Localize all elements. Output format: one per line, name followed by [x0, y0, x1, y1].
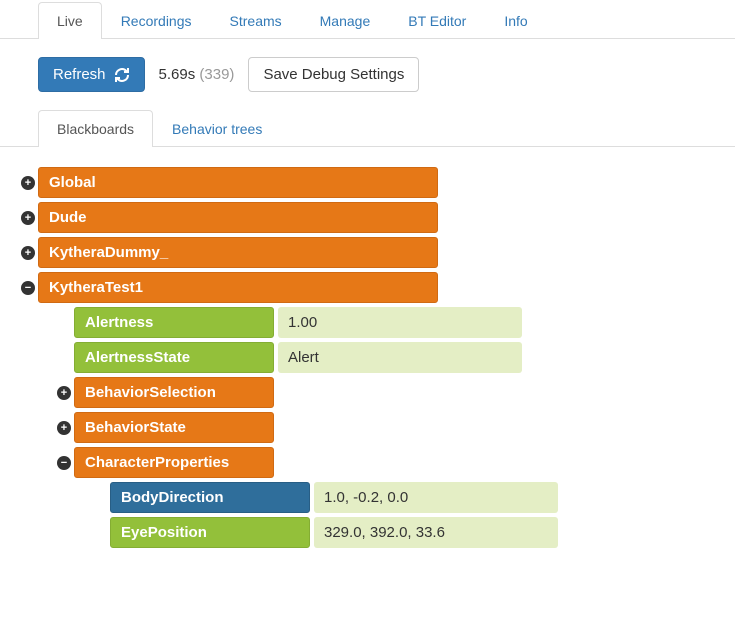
collapse-toggle[interactable]: − — [18, 272, 38, 303]
main-tabs: Live Recordings Streams Manage BT Editor… — [0, 2, 735, 39]
tab-streams[interactable]: Streams — [211, 2, 301, 39]
status-time: 5.69s — [159, 66, 196, 83]
status-text: 5.69s (339) — [159, 66, 235, 83]
plus-icon: + — [21, 211, 35, 225]
property-key[interactable]: CharacterProperties — [74, 447, 274, 478]
blackboard-row-kytheratest1: − KytheraTest1 — [18, 272, 697, 303]
property-row-alertness-state: AlertnessState Alert — [18, 342, 697, 373]
blackboard-header[interactable]: Dude — [38, 202, 438, 233]
blackboard-tree: + Global + Dude + KytheraDummy_ − Kyther… — [0, 167, 735, 572]
property-row-alertness: Alertness 1.00 — [18, 307, 697, 338]
sub-tabs: Blackboards Behavior trees — [0, 110, 735, 147]
property-row-body-direction: BodyDirection 1.0, -0.2, 0.0 — [18, 482, 697, 513]
blackboard-row-dude: + Dude — [18, 202, 697, 233]
property-row-eye-position: EyePosition 329.0, 392.0, 33.6 — [18, 517, 697, 548]
property-key[interactable]: AlertnessState — [74, 342, 274, 373]
property-key[interactable]: BodyDirection — [110, 482, 310, 513]
tab-bt-editor[interactable]: BT Editor — [389, 2, 485, 39]
blackboard-header[interactable]: KytheraTest1 — [38, 272, 438, 303]
property-value: 329.0, 392.0, 33.6 — [314, 517, 558, 548]
tab-info[interactable]: Info — [485, 2, 546, 39]
property-value: Alert — [278, 342, 522, 373]
expand-toggle[interactable]: + — [18, 237, 38, 268]
expand-toggle[interactable]: + — [18, 202, 38, 233]
subtab-blackboards[interactable]: Blackboards — [38, 110, 153, 147]
plus-icon: + — [21, 176, 35, 190]
refresh-icon — [114, 67, 130, 83]
tab-live[interactable]: Live — [38, 2, 102, 39]
toolbar: Refresh 5.69s (339) Save Debug Settings — [0, 39, 735, 110]
property-key[interactable]: BehaviorState — [74, 412, 274, 443]
property-key[interactable]: Alertness — [74, 307, 274, 338]
blackboard-header[interactable]: Global — [38, 167, 438, 198]
blackboard-row-global: + Global — [18, 167, 697, 198]
collapse-toggle[interactable]: − — [54, 447, 74, 478]
minus-icon: − — [21, 281, 35, 295]
property-key[interactable]: EyePosition — [110, 517, 310, 548]
refresh-label: Refresh — [53, 66, 106, 83]
subtab-behavior-trees[interactable]: Behavior trees — [153, 110, 281, 147]
property-row-behavior-selection: + BehaviorSelection — [18, 377, 697, 408]
expand-toggle[interactable]: + — [54, 377, 74, 408]
tab-manage[interactable]: Manage — [301, 2, 390, 39]
minus-icon: − — [57, 456, 71, 470]
refresh-button[interactable]: Refresh — [38, 57, 145, 92]
status-count: (339) — [199, 66, 234, 83]
plus-icon: + — [57, 421, 71, 435]
blackboard-header[interactable]: KytheraDummy_ — [38, 237, 438, 268]
property-value: 1.00 — [278, 307, 522, 338]
property-row-character-properties: − CharacterProperties — [18, 447, 697, 478]
save-debug-settings-button[interactable]: Save Debug Settings — [248, 57, 419, 92]
property-value: 1.0, -0.2, 0.0 — [314, 482, 558, 513]
expand-toggle[interactable]: + — [54, 412, 74, 443]
blackboard-row-kytheradummy: + KytheraDummy_ — [18, 237, 697, 268]
plus-icon: + — [57, 386, 71, 400]
property-row-behavior-state: + BehaviorState — [18, 412, 697, 443]
plus-icon: + — [21, 246, 35, 260]
property-key[interactable]: BehaviorSelection — [74, 377, 274, 408]
tab-recordings[interactable]: Recordings — [102, 2, 211, 39]
expand-toggle[interactable]: + — [18, 167, 38, 198]
